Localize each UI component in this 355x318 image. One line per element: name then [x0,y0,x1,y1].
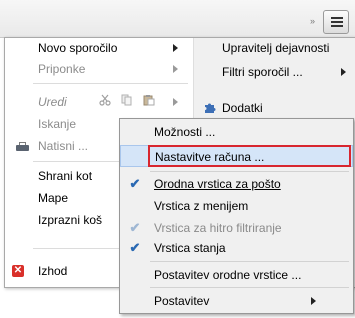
submenu-item-label: Možnosti ... [154,125,216,139]
hamburger-line-icon [331,17,343,19]
options-submenu: Možnosti ... Nastavitve računa ... ✔ Oro… [119,118,354,314]
printer-icon [16,142,29,152]
submenu-item-toolbar-layout[interactable]: Postavitev orodne vrstice ... [120,264,353,286]
menu-item-exit[interactable]: Izhod [38,263,67,279]
menu-item-save-as[interactable]: Shrani kot [38,168,92,184]
cut-icon[interactable] [99,94,111,106]
menu-item-activity-manager[interactable]: Upravitelj dejavnosti [222,40,329,56]
chevron-right-icon [311,297,316,305]
submenu-item-label: Vrstica stanja [154,241,226,255]
menu-item-edit[interactable]: Uredi [38,94,67,110]
submenu-item-layout[interactable]: Postavitev [120,290,353,312]
annotation-highlight-box [148,145,351,167]
menu-item-print[interactable]: Natisni ... [38,138,88,154]
paste-icon[interactable] [143,94,155,106]
copy-icon[interactable] [121,94,133,106]
submenu-item-options[interactable]: Možnosti ... [120,121,353,143]
menu-item-message-filters[interactable]: Filtri sporočil ... [222,64,303,80]
menu-item-attachments[interactable]: Priponke [38,61,85,77]
checkmark-icon: ✔ [129,220,141,235]
submenu-item-label: Vrstica z menijem [154,199,249,213]
checkmark-icon: ✔ [129,240,141,255]
app-menu-button[interactable] [323,10,349,34]
submenu-item-label: Postavitev [154,294,210,308]
chevron-right-icon [173,98,178,106]
menu-separator [33,83,188,84]
submenu-item-label: Postavitev orodne vrstice ... [154,268,302,282]
toolbar: » [0,0,355,38]
menu-item-search[interactable]: Iskanje [38,116,76,132]
exit-icon: ✕ [12,265,24,277]
submenu-item-menu-bar[interactable]: Vrstica z menijem [120,195,353,217]
submenu-item-quick-filter-bar[interactable]: ✔ Vrstica za hitro filtriranje [120,217,353,239]
menu-item-add-ons[interactable]: Dodatki [222,100,263,116]
submenu-item-label: Orodna vrstica za pošto [154,177,281,191]
checkmark-icon: ✔ [129,176,141,191]
chevron-right-icon [341,68,346,76]
chevron-right-icon [173,65,178,73]
hamburger-line-icon [331,21,343,23]
submenu-item-status-bar[interactable]: ✔ Vrstica stanja [120,237,353,259]
hamburger-line-icon [331,25,343,27]
menu-item-empty-trash[interactable]: Izprazni koš [38,212,102,228]
menu-item-new-message[interactable]: Novo sporočilo [38,40,117,56]
chevron-right-icon [173,44,178,52]
menu-item-folders[interactable]: Mape [38,190,68,206]
menu-separator [150,171,349,172]
puzzle-icon [205,103,216,113]
submenu-item-label: Vrstica za hitro filtriranje [154,221,282,235]
menu-separator [150,287,349,288]
submenu-item-mail-toolbar[interactable]: ✔ Orodna vrstica za pošto [120,173,353,195]
overflow-chevron-icon[interactable]: » [310,16,315,26]
menu-separator [150,261,349,262]
